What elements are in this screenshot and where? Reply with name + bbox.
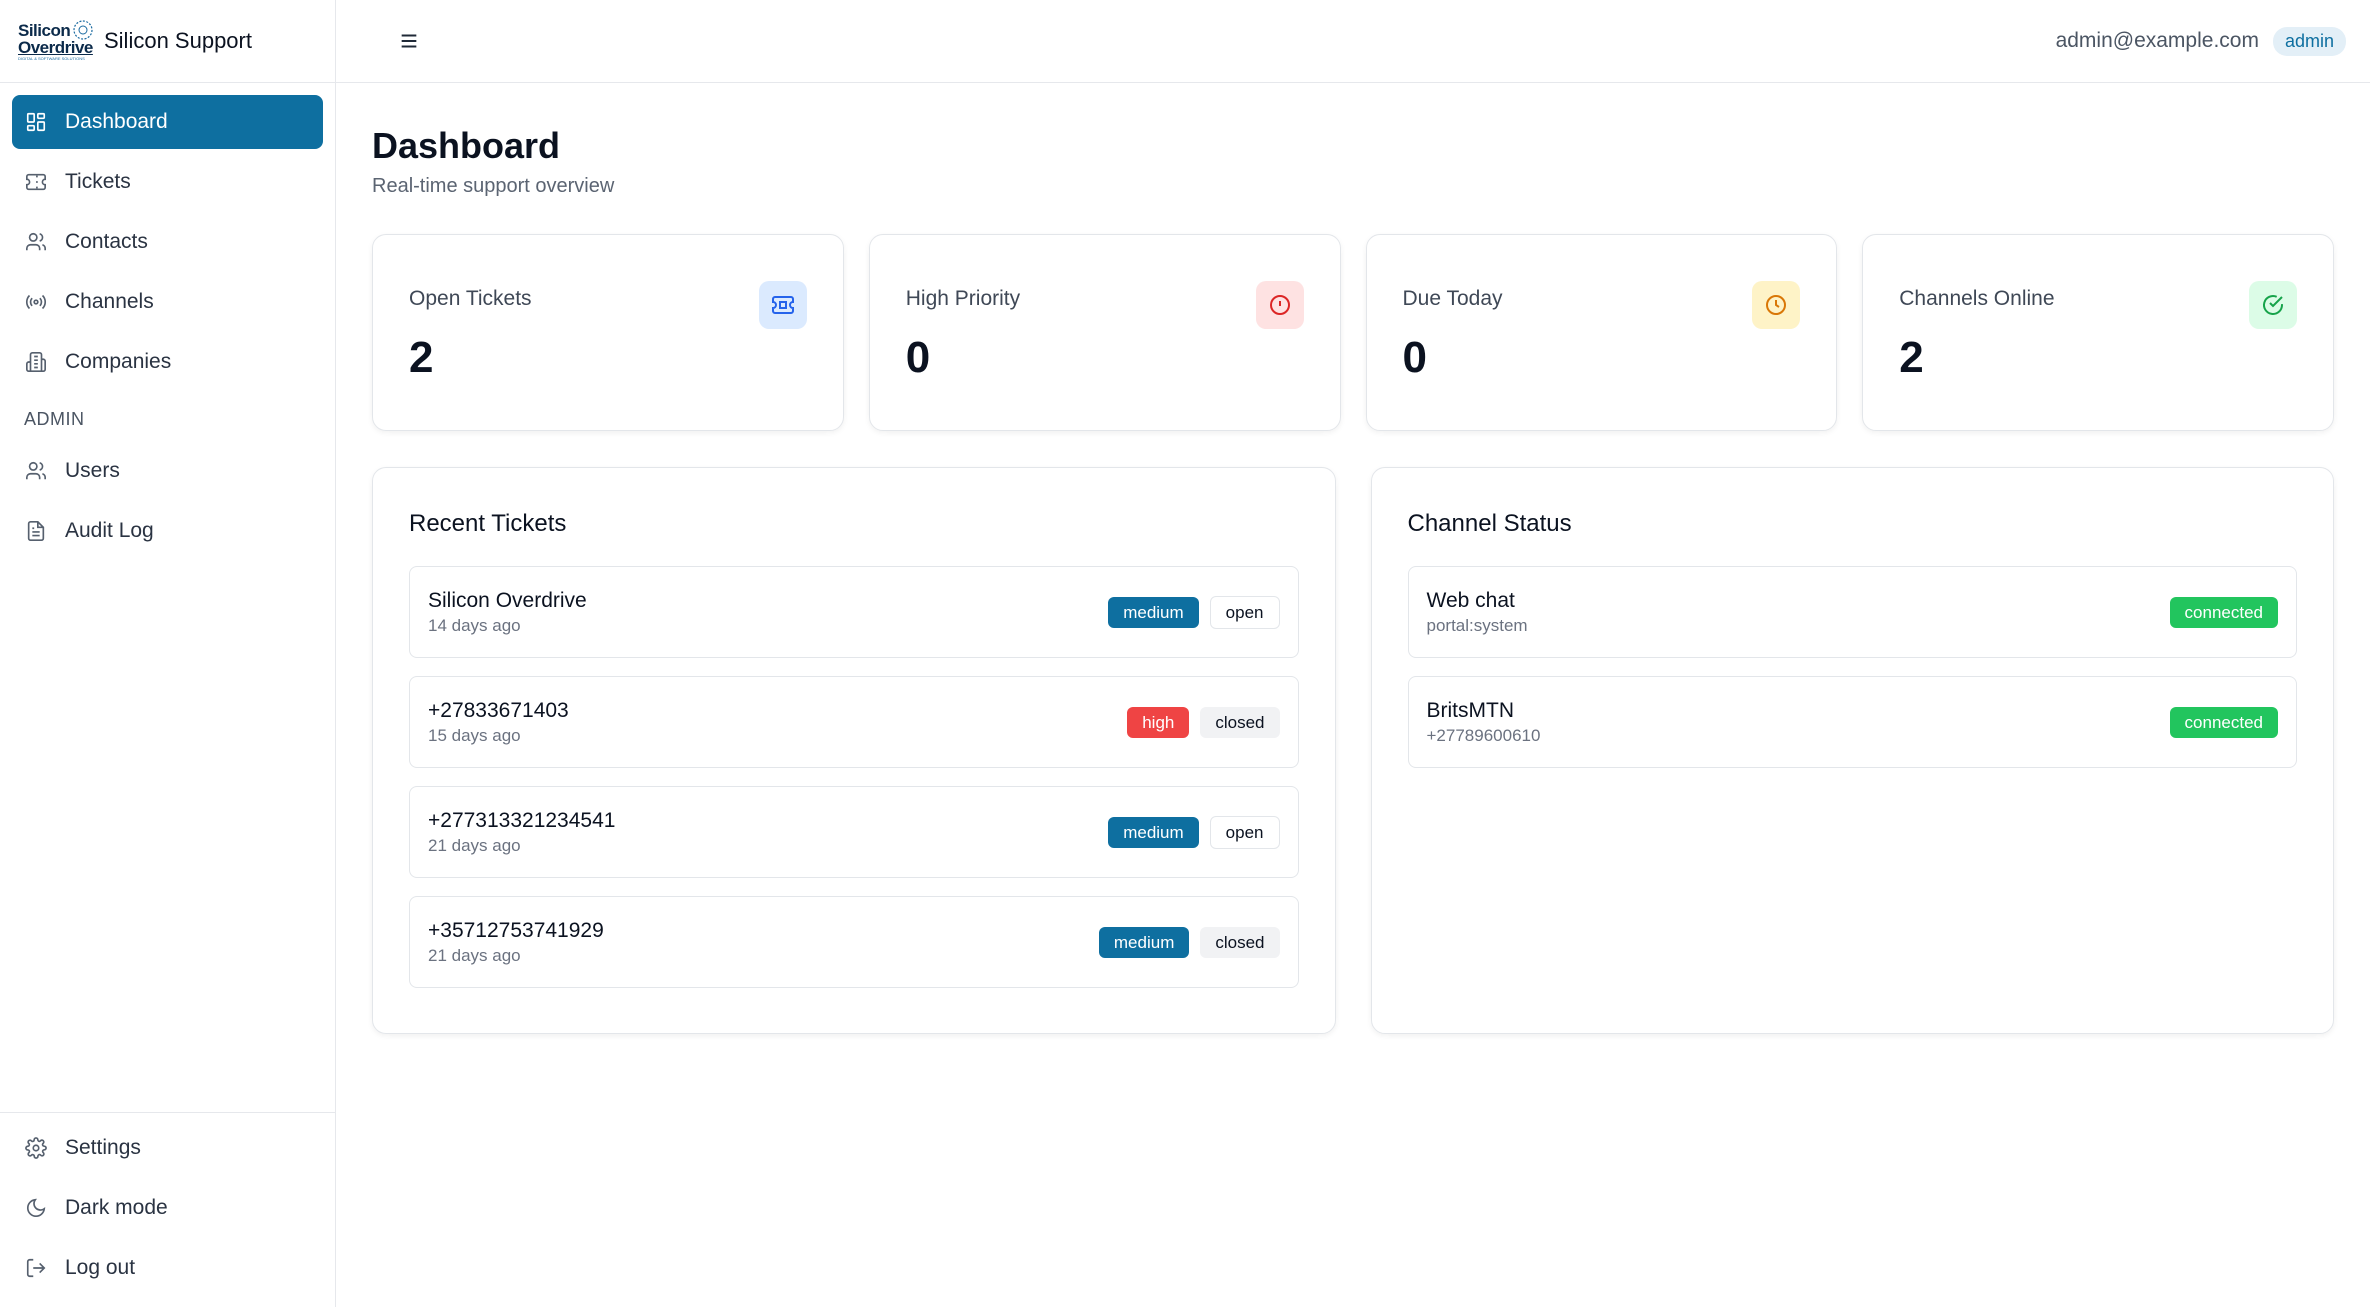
sidebar-item-channels[interactable]: Channels	[12, 275, 323, 329]
status-badge: open	[1209, 815, 1280, 849]
sidebar-item-label: Tickets	[65, 170, 131, 193]
sidebar-item-audit-log[interactable]: Audit Log	[12, 504, 323, 558]
priority-badge: medium	[1098, 926, 1190, 958]
ticket-time: 21 days ago	[428, 945, 521, 965]
stat-card-due-today: Due Today 0	[1365, 234, 1838, 431]
stat-label: Due Today	[1402, 287, 1503, 310]
stat-value: 2	[1899, 333, 1924, 382]
panel-title: Recent Tickets	[409, 510, 567, 537]
recent-tickets-panel: Recent Tickets Silicon Overdrive 14 days…	[372, 467, 1336, 1034]
sidebar-item-label: Log out	[65, 1256, 136, 1279]
menu-toggle-button[interactable]	[392, 24, 426, 58]
sidebar-item-label: Channels	[65, 290, 154, 313]
admin-section-label: ADMIN	[24, 409, 85, 429]
role-badge: admin	[2272, 26, 2346, 56]
sidebar-item-label: Companies	[65, 350, 172, 373]
sidebar-item-label: Dashboard	[65, 110, 168, 133]
channel-list: Web chat portal:system connected BritsMT…	[1407, 566, 2297, 768]
sidebar-bottom: Settings Dark mode Log out	[0, 1112, 335, 1307]
priority-badge: medium	[1108, 816, 1199, 848]
channel-detail: +27789600610	[1426, 725, 1541, 745]
panel-title: Channel Status	[1407, 510, 1572, 537]
sidebar-item-dashboard[interactable]: Dashboard	[12, 95, 323, 149]
building-icon	[24, 350, 48, 374]
page-subtitle: Real-time support overview	[372, 175, 615, 197]
sidebar-item-tickets[interactable]: Tickets	[12, 155, 323, 209]
ticket-time: 21 days ago	[428, 835, 521, 855]
ticket-name: +35712753741929	[428, 918, 604, 942]
ticket-row[interactable]: Silicon Overdrive 14 days ago medium ope…	[409, 566, 1299, 658]
sidebar-item-label: Settings	[65, 1136, 141, 1159]
clock-icon	[1752, 281, 1801, 329]
check-circle-icon	[2249, 281, 2297, 329]
main-nav: Dashboard Tickets Contacts Channels Comp…	[0, 83, 335, 558]
stat-value: 0	[1402, 333, 1427, 382]
stats-row: Open Tickets 2 High Priority 0 Due Today…	[372, 234, 2334, 431]
panels-row: Recent Tickets Silicon Overdrive 14 days…	[372, 467, 2334, 1034]
dark-mode-toggle[interactable]: Dark mode	[12, 1181, 323, 1235]
ticket-name: +277313321234541	[428, 808, 616, 832]
channel-detail: portal:system	[1426, 615, 1528, 635]
status-badge: open	[1209, 595, 1280, 629]
ticket-row[interactable]: +35712753741929 21 days ago medium close…	[409, 896, 1299, 988]
radio-icon	[24, 290, 48, 314]
ticket-name: +27833671403	[428, 698, 569, 722]
status-badge: closed	[1200, 926, 1280, 958]
ticket-icon	[24, 170, 48, 194]
priority-badge: medium	[1108, 596, 1199, 628]
ticket-icon	[758, 281, 807, 329]
users-icon	[24, 459, 48, 483]
brand[interactable]: Silicon Overdrive DIGITAL & SOFTWARE SOL…	[0, 0, 335, 83]
dashboard-icon	[24, 110, 48, 134]
users-icon	[24, 230, 48, 254]
sidebar-item-label: Dark mode	[65, 1196, 168, 1219]
stat-value: 0	[905, 333, 931, 382]
user-email: admin@example.com	[2055, 29, 2259, 52]
ticket-time: 14 days ago	[428, 615, 521, 635]
top-header: admin@example.com admin	[336, 0, 2370, 83]
stat-card-channels-online: Channels Online 2	[1862, 234, 2334, 431]
page-title: Dashboard	[372, 125, 561, 166]
app-title: Silicon Support	[104, 28, 252, 53]
channel-name: Web chat	[1426, 588, 1515, 612]
ticket-row[interactable]: +27833671403 15 days ago high closed	[409, 676, 1299, 768]
company-logo: Silicon Overdrive DIGITAL & SOFTWARE SOL…	[18, 20, 93, 61]
connection-badge: connected	[2169, 596, 2278, 628]
connection-badge: connected	[2169, 706, 2278, 738]
channel-row[interactable]: BritsMTN +27789600610 connected	[1407, 676, 2297, 768]
ticket-time: 15 days ago	[428, 725, 521, 745]
sidebar-item-label: Contacts	[65, 230, 148, 253]
sidebar-item-settings[interactable]: Settings	[12, 1121, 323, 1175]
sidebar-item-label: Users	[65, 459, 120, 482]
stat-label: High Priority	[905, 287, 1021, 310]
alert-circle-icon	[1255, 281, 1304, 329]
sidebar: Silicon Overdrive DIGITAL & SOFTWARE SOL…	[0, 0, 336, 1307]
channel-name: BritsMTN	[1426, 698, 1515, 722]
globe-icon	[73, 20, 93, 40]
recent-tickets-list: Silicon Overdrive 14 days ago medium ope…	[409, 566, 1299, 988]
logout-button[interactable]: Log out	[12, 1241, 323, 1295]
main-content: Dashboard Real-time support overview Ope…	[372, 83, 2334, 1034]
stat-value: 2	[409, 333, 434, 382]
channel-row[interactable]: Web chat portal:system connected	[1407, 566, 2297, 658]
ticket-name: Silicon Overdrive	[428, 588, 587, 612]
gear-icon	[24, 1136, 48, 1160]
sidebar-item-companies[interactable]: Companies	[12, 335, 323, 389]
stat-card-high-priority: High Priority 0	[868, 234, 1341, 431]
stat-label: Channels Online	[1899, 287, 2055, 310]
logout-icon	[24, 1256, 48, 1280]
status-badge: closed	[1200, 706, 1280, 738]
channel-status-panel: Channel Status Web chat portal:system co…	[1370, 467, 2334, 1034]
sidebar-item-users[interactable]: Users	[12, 444, 323, 498]
sidebar-item-contacts[interactable]: Contacts	[12, 215, 323, 269]
hamburger-icon	[401, 34, 417, 48]
moon-icon	[24, 1196, 48, 1220]
ticket-row[interactable]: +277313321234541 21 days ago medium open	[409, 786, 1299, 878]
sidebar-item-label: Audit Log	[65, 519, 154, 542]
document-icon	[24, 519, 48, 543]
stat-card-open-tickets: Open Tickets 2	[372, 234, 844, 431]
stat-label: Open Tickets	[409, 287, 532, 310]
user-area: admin@example.com admin	[2055, 26, 2346, 56]
priority-badge: high	[1127, 706, 1190, 738]
